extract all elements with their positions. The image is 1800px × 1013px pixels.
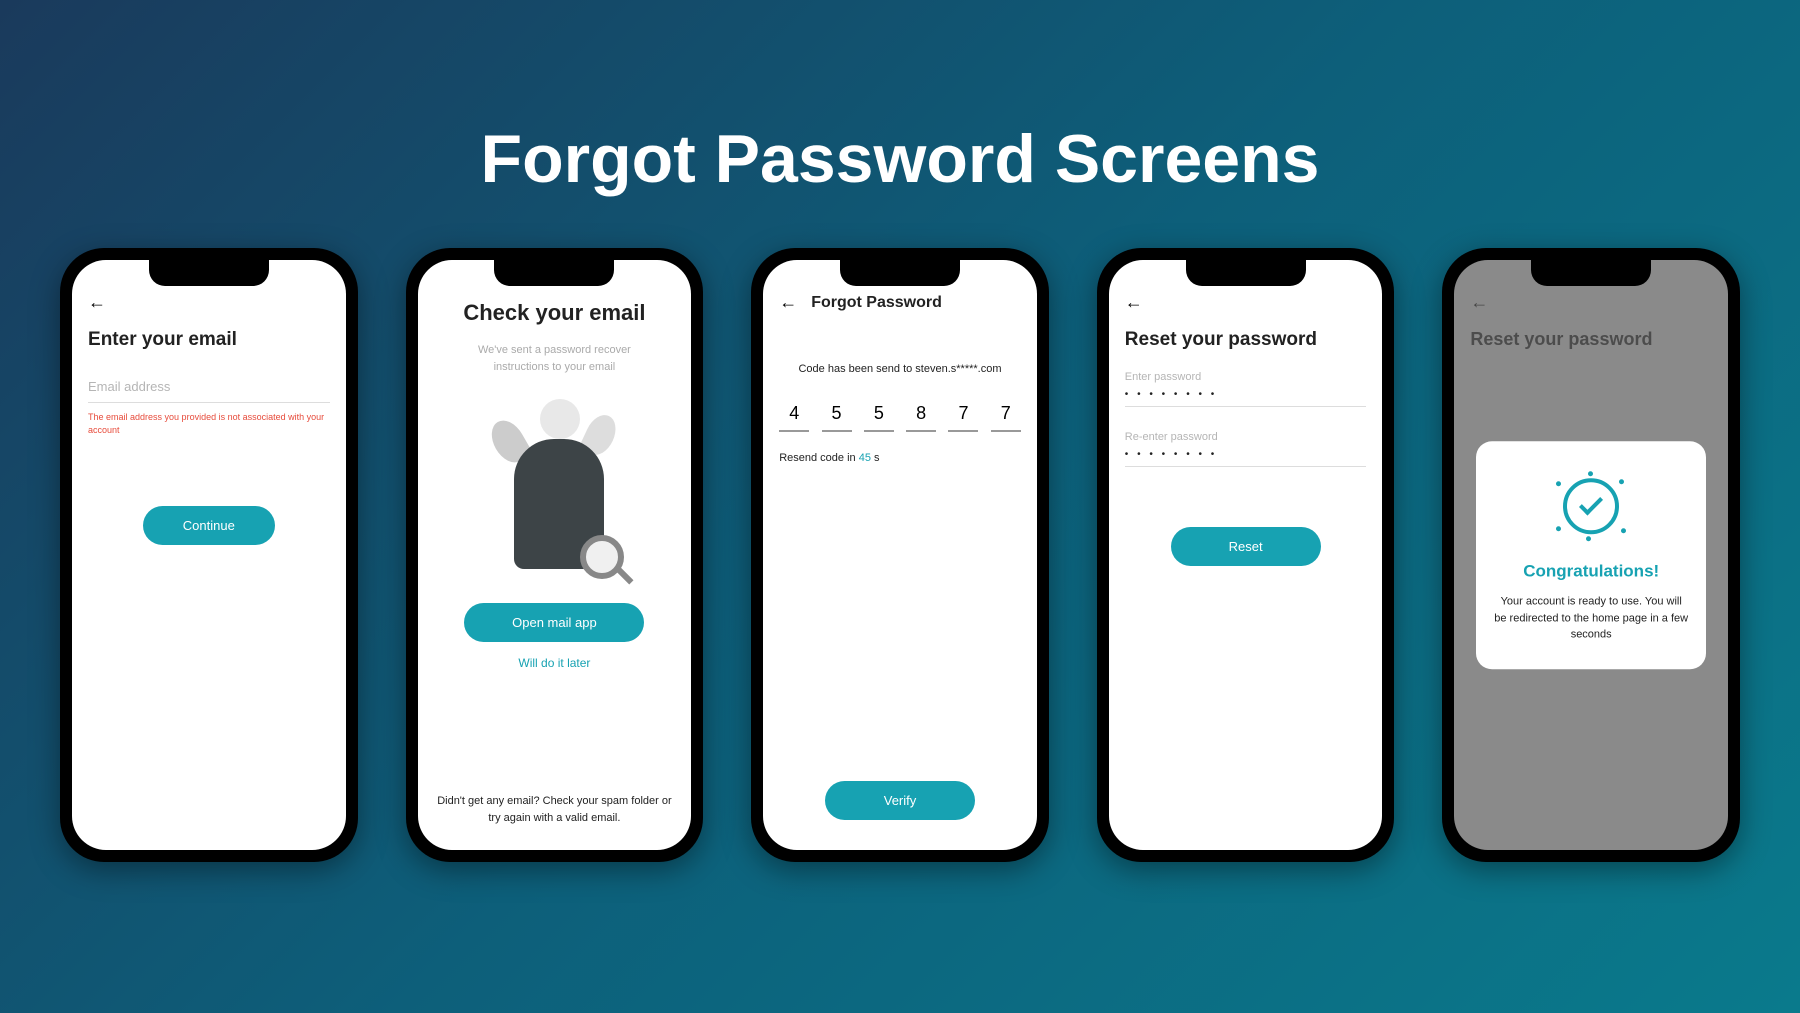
otp-digit[interactable]: 5	[822, 403, 852, 432]
reset-button[interactable]: Reset	[1171, 527, 1321, 566]
phone-notch	[1186, 260, 1306, 286]
error-message: The email address you provided is not as…	[88, 411, 330, 436]
back-button[interactable]: ←	[1125, 292, 1143, 313]
screen-reset-password: ← Reset your password Enter password • •…	[1109, 260, 1383, 850]
resend-timer: 45	[859, 452, 871, 464]
back-button[interactable]: ←	[779, 292, 797, 313]
otp-inputs: 4 5 5 8 7 7	[779, 403, 1021, 432]
screen-title: Check your email	[434, 300, 676, 326]
back-button[interactable]: ←	[88, 292, 106, 313]
modal-title: Congratulations!	[1494, 561, 1688, 581]
password-label: Enter password	[1125, 371, 1367, 383]
email-illustration	[474, 399, 634, 579]
otp-digit[interactable]: 4	[779, 403, 809, 432]
back-button: ←	[1470, 292, 1712, 313]
otp-digit[interactable]: 8	[906, 403, 936, 432]
phone-enter-email: ← Enter your email The email address you…	[60, 248, 358, 862]
screen-check-email: Check your email We've sent a password r…	[418, 260, 692, 850]
verify-button[interactable]: Verify	[825, 781, 975, 820]
resend-text: Resend code in 45 s	[779, 452, 1021, 464]
phone-reset-password: ← Reset your password Enter password • •…	[1097, 248, 1395, 862]
continue-button[interactable]: Continue	[143, 506, 275, 545]
code-sent-text: Code has been send to steven.s*****.com	[779, 363, 1021, 375]
otp-digit[interactable]: 5	[864, 403, 894, 432]
resend-prefix: Resend code in	[779, 452, 859, 464]
otp-digit[interactable]: 7	[948, 403, 978, 432]
success-check-icon	[1556, 471, 1626, 541]
password-input[interactable]: • • • • • • • •	[1125, 383, 1367, 407]
phone-success: ← Reset your password Congratulations! Y…	[1442, 248, 1740, 862]
resend-suffix: s	[871, 452, 880, 464]
otp-digit[interactable]: 7	[991, 403, 1021, 432]
phone-notch	[840, 260, 960, 286]
screen-header: Forgot Password	[811, 294, 942, 312]
email-input[interactable]	[88, 371, 330, 403]
screen-subtitle: We've sent a password recover instructio…	[434, 342, 676, 375]
confirm-password-label: Re-enter password	[1125, 431, 1367, 443]
phone-notch	[1531, 260, 1651, 286]
page-title: Forgot Password Screens	[0, 0, 1800, 248]
phone-notch	[149, 260, 269, 286]
phone-verify-code: ← Forgot Password Code has been send to …	[751, 248, 1049, 862]
bg-title: Reset your password	[1470, 329, 1712, 350]
phones-row: ← Enter your email The email address you…	[0, 248, 1800, 862]
open-mail-button[interactable]: Open mail app	[464, 603, 644, 642]
screen-title: Reset your password	[1125, 329, 1367, 351]
success-modal: Congratulations! Your account is ready t…	[1476, 441, 1706, 669]
screen-verify-code: ← Forgot Password Code has been send to …	[763, 260, 1037, 850]
screen-title: Enter your email	[88, 329, 330, 351]
phone-check-email: Check your email We've sent a password r…	[406, 248, 704, 862]
later-link[interactable]: Will do it later	[434, 656, 676, 670]
modal-text: Your account is ready to use. You will b…	[1494, 593, 1688, 643]
confirm-password-input[interactable]: • • • • • • • •	[1125, 443, 1367, 467]
phone-notch	[494, 260, 614, 286]
screen-success: ← Reset your password Congratulations! Y…	[1454, 260, 1728, 850]
footer-text: Didn't get any email? Check your spam fo…	[434, 793, 676, 826]
screen-enter-email: ← Enter your email The email address you…	[72, 260, 346, 850]
